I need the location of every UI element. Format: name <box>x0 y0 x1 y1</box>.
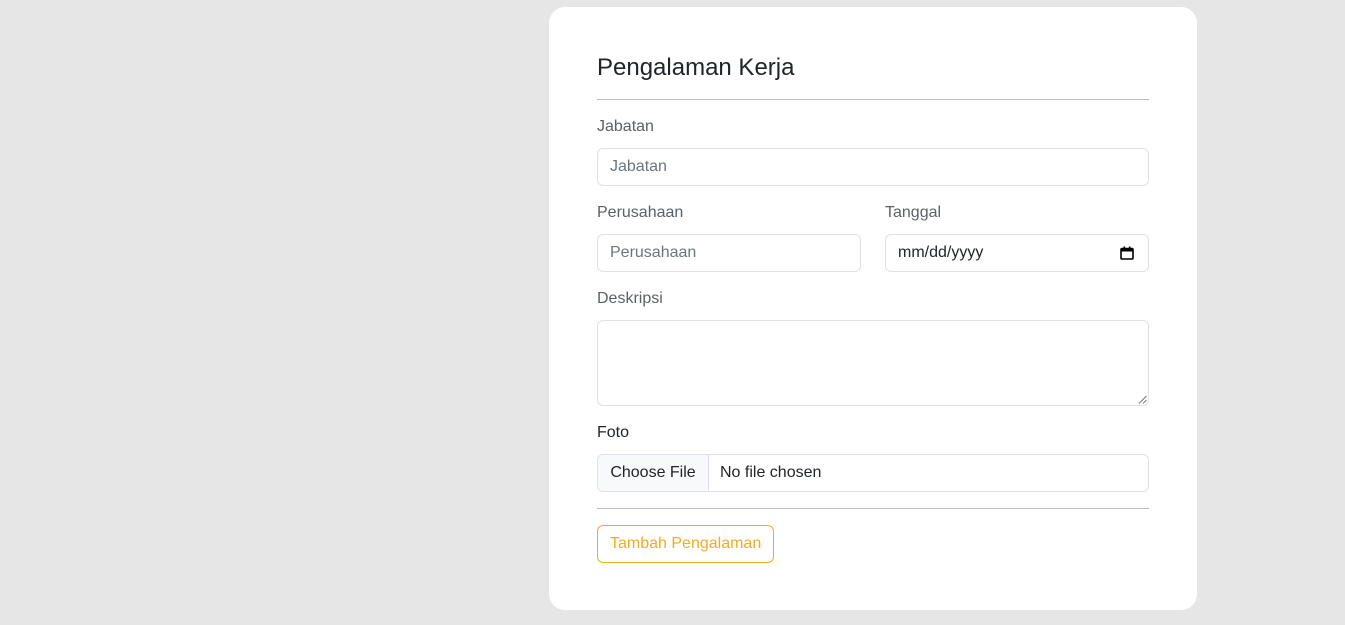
choose-file-button[interactable]: Choose File <box>598 455 709 491</box>
perusahaan-label: Perusahaan <box>597 204 684 221</box>
perusahaan-input[interactable] <box>597 234 861 272</box>
tanggal-date-input[interactable]: mm/dd/yyyy <box>885 234 1149 272</box>
jabatan-label: Jabatan <box>597 118 654 135</box>
foto-file-input[interactable]: Choose File No file chosen <box>597 454 1149 492</box>
calendar-icon[interactable] <box>1120 246 1134 260</box>
form-divider <box>597 508 1149 509</box>
form-card: Pengalaman Kerja Jabatan Perusahaan Tang… <box>549 7 1197 610</box>
foto-label: Foto <box>597 424 630 441</box>
tanggal-label: Tanggal <box>885 204 942 221</box>
title-divider <box>597 99 1149 100</box>
jabatan-input[interactable] <box>597 148 1149 186</box>
page-title: Pengalaman Kerja <box>597 54 795 81</box>
resize-handle-icon[interactable] <box>1138 395 1147 404</box>
tambah-pengalaman-button[interactable]: Tambah Pengalaman <box>597 525 775 563</box>
deskripsi-textarea[interactable] <box>597 320 1149 406</box>
deskripsi-label: Deskripsi <box>597 290 663 307</box>
file-status-text: No file chosen <box>720 464 822 481</box>
date-format-text: mm/dd/yyyy <box>898 244 984 261</box>
